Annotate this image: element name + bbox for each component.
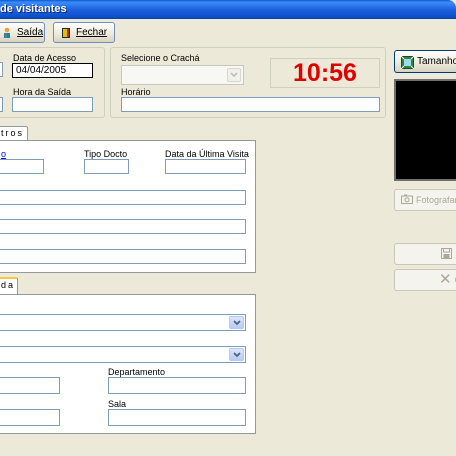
hora-saida-field[interactable]	[12, 97, 93, 112]
exit-person-icon	[1, 27, 13, 39]
cancel-button[interactable]: ✕ C	[394, 269, 456, 291]
nome-field[interactable]	[0, 190, 246, 205]
tab-visita-label: da	[1, 280, 16, 290]
camera-icon	[401, 194, 413, 206]
visitor-panel: o Tipo Docto Data da Última Visita	[0, 140, 256, 273]
chevron-down-icon[interactable]	[229, 316, 244, 329]
motivo-select[interactable]	[0, 346, 246, 363]
fechar-label: Fechar	[76, 27, 108, 38]
tamanho-label: Tamanho	[417, 56, 456, 67]
sala-label: Sala	[108, 399, 127, 409]
floppy-disk-icon	[441, 248, 453, 260]
departamento-field[interactable]	[108, 377, 246, 394]
fechar-button[interactable]: Fechar	[53, 22, 115, 43]
tab-visita[interactable]: da	[0, 277, 18, 294]
door-icon	[60, 27, 72, 39]
clock-display: 10:56	[270, 58, 380, 88]
visitado-select[interactable]	[0, 314, 246, 331]
endereco-field[interactable]	[0, 249, 246, 264]
empresa-field[interactable]	[0, 219, 246, 234]
andar-field[interactable]	[0, 409, 60, 426]
resize-picture-icon	[400, 55, 415, 69]
tipo-docto-field[interactable]	[84, 159, 129, 174]
data-acesso-field[interactable]: 04/04/2005	[12, 63, 93, 78]
saida-label: Saída	[17, 27, 44, 38]
chevron-down-icon[interactable]	[227, 68, 241, 82]
tamanho-button[interactable]: Tamanho	[394, 50, 456, 73]
tipo-docto-label: Tipo Docto	[84, 149, 128, 159]
window-title: de visitantes	[0, 3, 67, 15]
photo-preview	[394, 79, 456, 181]
fotografar-button[interactable]: Fotografar	[394, 189, 456, 211]
horario-label: Horário	[121, 87, 151, 97]
entrada-field-partial[interactable]	[0, 62, 3, 77]
cracha-select-label: Selecione o Crachá	[121, 53, 200, 63]
hora-entrada-field-partial[interactable]	[0, 97, 3, 112]
hora-saida-label: Hora da Saída	[13, 87, 72, 97]
tab-outros[interactable]: tros	[0, 126, 28, 140]
documento-link[interactable]: o	[1, 149, 6, 159]
ultima-visita-field[interactable]	[165, 159, 246, 174]
title-bar: de visitantes	[0, 0, 456, 19]
cracha-select[interactable]	[121, 65, 244, 85]
data-acesso-label: Data de Acesso	[13, 53, 77, 63]
sala-field[interactable]	[108, 409, 246, 426]
chevron-down-icon[interactable]	[229, 348, 244, 361]
visit-panel: Departamento Sala	[0, 294, 256, 434]
ultima-visita-label: Data da Última Visita	[165, 149, 249, 159]
departamento-label: Departamento	[108, 367, 166, 377]
fotografar-label: Fotografar	[416, 195, 456, 205]
documento-field[interactable]	[0, 159, 44, 174]
ramal-field[interactable]	[0, 377, 60, 394]
close-x-icon: ✕	[439, 271, 452, 288]
saida-button[interactable]: Saída	[0, 22, 45, 43]
horario-field[interactable]	[121, 97, 380, 112]
tab-outros-label: tros	[1, 128, 25, 138]
save-button[interactable]	[394, 243, 456, 265]
